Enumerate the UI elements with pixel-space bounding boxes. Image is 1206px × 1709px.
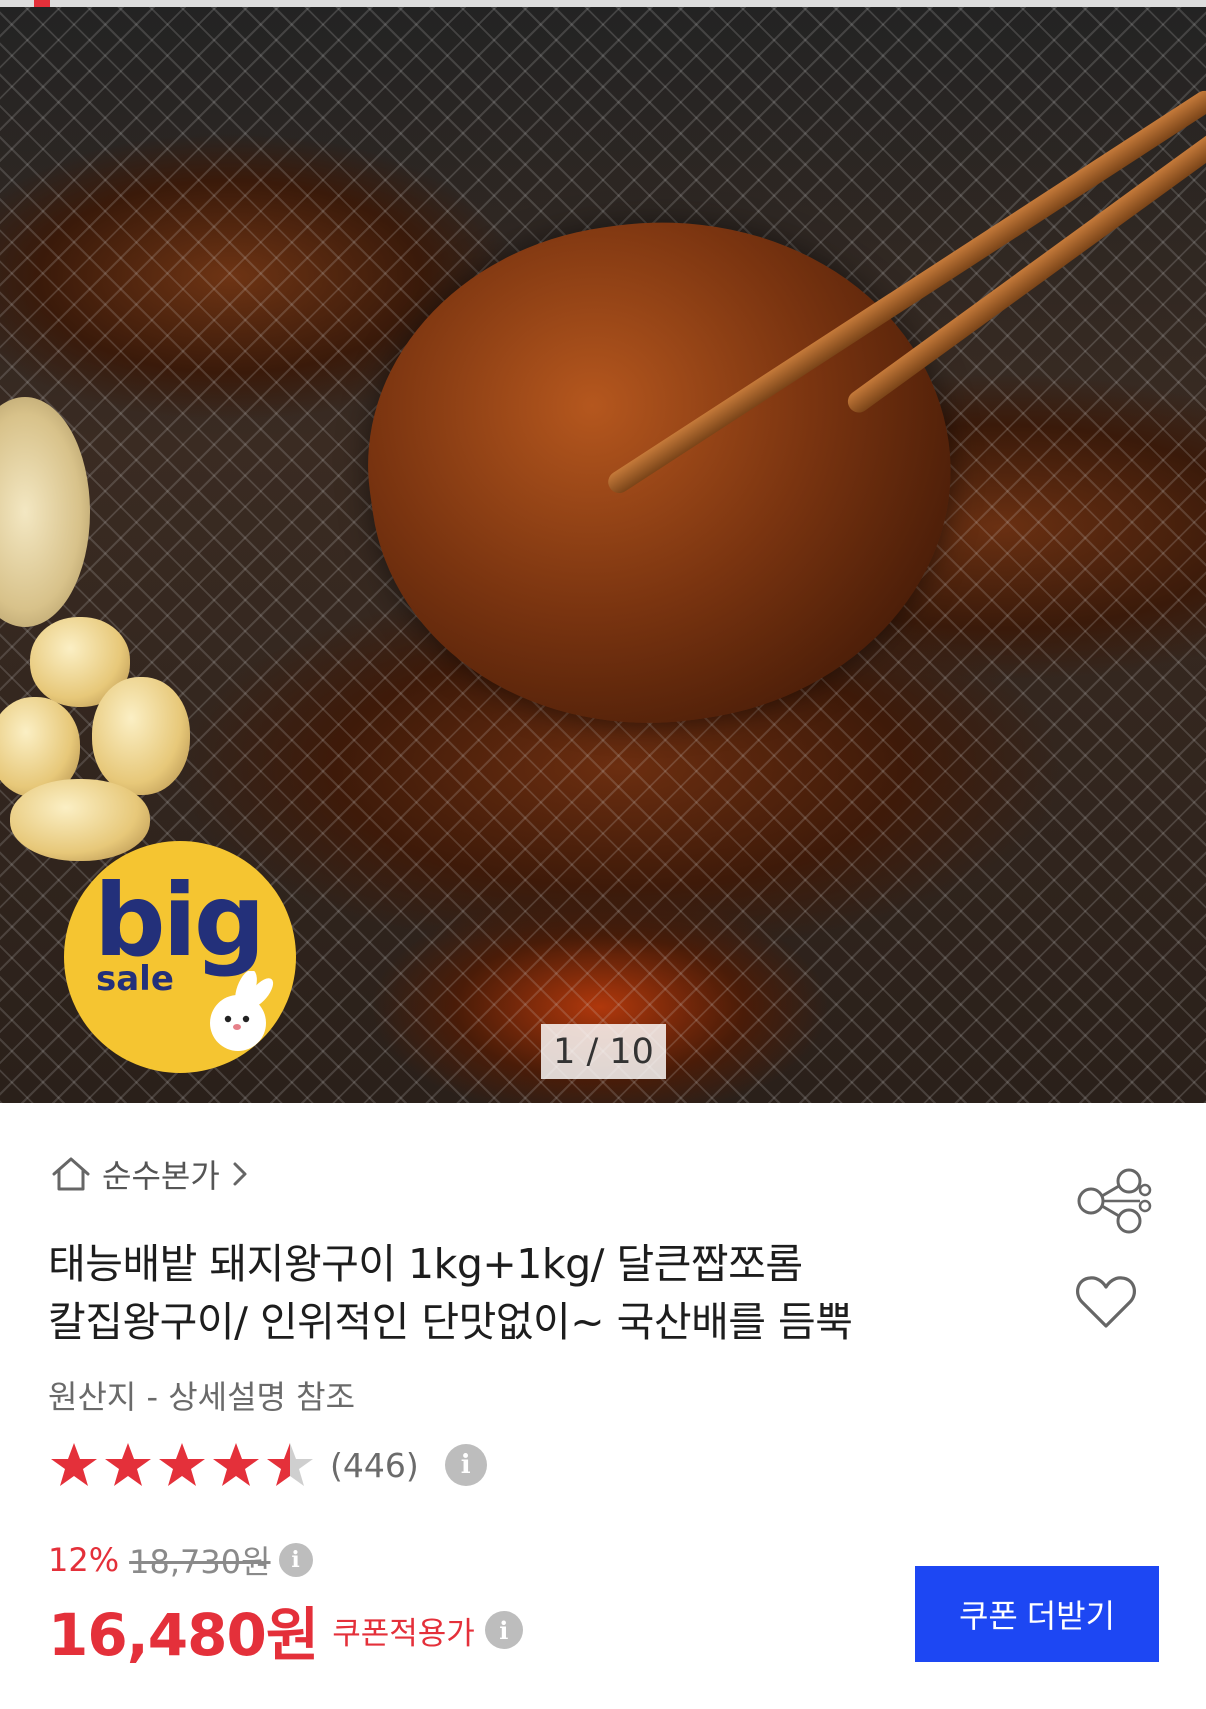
gallery-progress-fill xyxy=(34,0,50,7)
gallery-counter: 1 / 10 xyxy=(541,1024,666,1079)
share-icon[interactable] xyxy=(1075,1168,1153,1234)
product-title-line1: 태능배밭 돼지왕구이 1kg+1kg/ 달큰짭쪼롬 xyxy=(48,1240,803,1288)
gallery-progress-track xyxy=(0,0,1206,7)
home-icon xyxy=(52,1157,90,1191)
info-icon[interactable]: i xyxy=(444,1444,487,1486)
product-origin: 원산지 - 상세설명 참조 xyxy=(48,1378,356,1416)
big-sale-badge: big sale xyxy=(64,841,296,1073)
wishlist-heart-icon[interactable] xyxy=(1075,1274,1137,1330)
info-icon[interactable]: i xyxy=(484,1611,523,1649)
discount-row: 12% 18,730원 i xyxy=(48,1538,313,1582)
star-icon xyxy=(213,1443,259,1486)
coupon-more-button[interactable]: 쿠폰 더받기 xyxy=(915,1566,1159,1662)
bunny-icon xyxy=(210,971,274,1051)
star-icon xyxy=(159,1443,205,1486)
original-price: 18,730원 xyxy=(129,1543,271,1581)
review-count[interactable]: (446) xyxy=(330,1446,419,1485)
coupon-price-label: 쿠폰적용가 xyxy=(332,1615,475,1652)
rating-stars xyxy=(48,1440,318,1490)
info-icon[interactable]: i xyxy=(278,1543,313,1577)
store-link[interactable]: 순수본가 xyxy=(50,1150,248,1198)
price-row: 16,480원 쿠폰적용가 i xyxy=(48,1592,523,1669)
garlic-clove xyxy=(10,779,150,861)
star-icon xyxy=(105,1443,151,1486)
big-sale-badge-sale: sale xyxy=(96,959,174,999)
garlic-clove xyxy=(92,677,190,795)
discount-rate: 12% xyxy=(48,1541,120,1579)
rating-row[interactable]: (446) i xyxy=(48,1440,487,1490)
star-icon xyxy=(267,1443,313,1486)
store-name: 순수본가 xyxy=(102,1157,220,1195)
product-title-line2: 칼집왕구이/ 인위적인 단맛없이~ 국산배를 듬뿍 xyxy=(48,1298,853,1346)
product-image-gallery[interactable]: big sale 1 / 10 xyxy=(0,7,1206,1103)
chevron-right-icon xyxy=(233,1162,247,1186)
product-title: 태능배밭 돼지왕구이 1kg+1kg/ 달큰짭쪼롬 칼집왕구이/ 인위적인 단맛… xyxy=(48,1235,1058,1351)
star-icon xyxy=(51,1443,97,1486)
big-sale-badge-big: big xyxy=(94,862,265,979)
final-price: 16,480원 xyxy=(48,1601,319,1669)
